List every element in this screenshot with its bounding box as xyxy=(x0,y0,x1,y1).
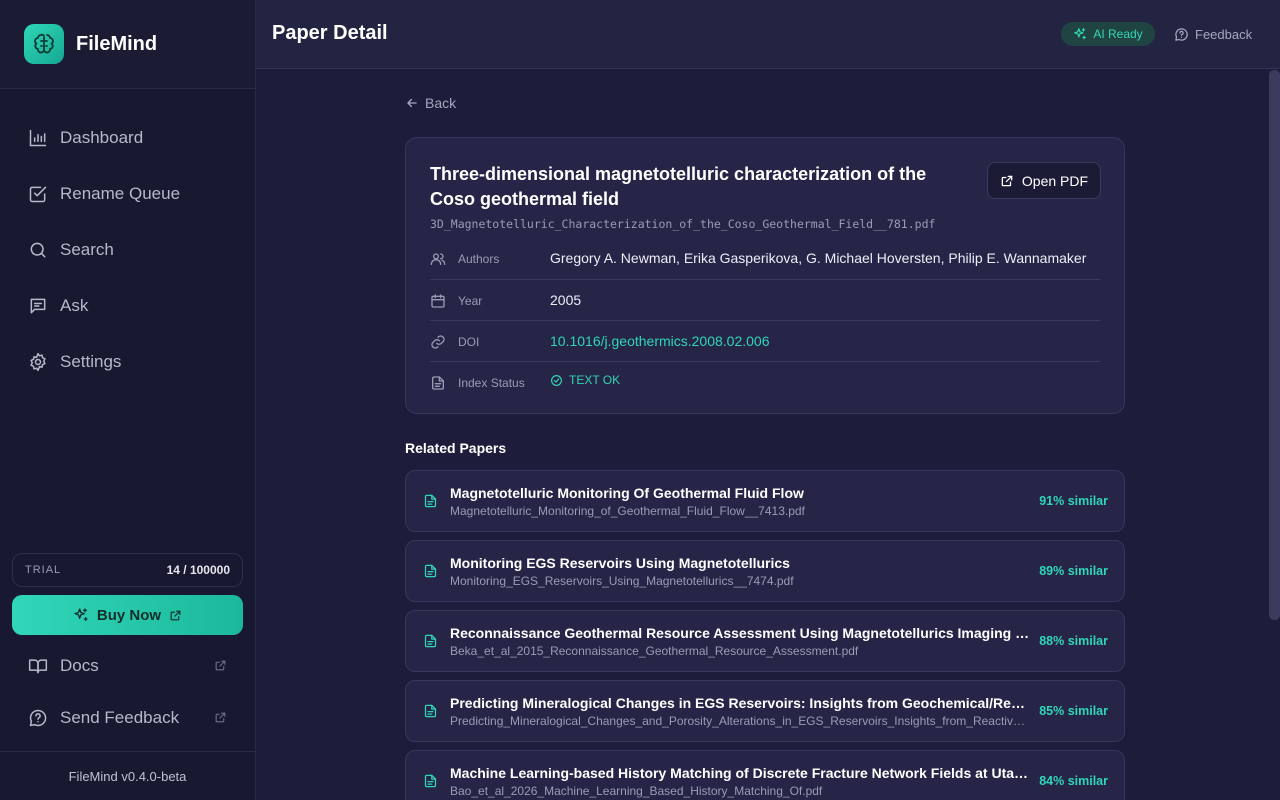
nav-settings[interactable]: Settings xyxy=(12,340,243,384)
back-link[interactable]: Back xyxy=(405,93,456,113)
doi-label: DOI xyxy=(458,335,480,349)
related-paper-title: Predicting Mineralogical Changes in EGS … xyxy=(450,695,1030,711)
check-circle-icon xyxy=(551,374,562,386)
external-link-icon xyxy=(215,660,226,671)
related-paper-title: Magnetotelluric Monitoring Of Geothermal… xyxy=(450,485,804,501)
related-paper-card[interactable]: Machine Learning-based History Matching … xyxy=(405,750,1125,800)
nav-dashboard[interactable]: Dashboard xyxy=(12,116,243,160)
nav-search[interactable]: Search xyxy=(12,228,243,272)
search-icon xyxy=(30,242,46,258)
paper-detail-card: Three-dimensional magnetotelluric charac… xyxy=(405,137,1125,414)
file-text-icon xyxy=(424,774,437,788)
scrollbar-thumb[interactable] xyxy=(1269,70,1280,620)
year-value: 2005 xyxy=(550,292,582,308)
message-icon xyxy=(30,298,46,314)
sparkles-icon xyxy=(74,608,88,621)
nav-search-label: Search xyxy=(60,240,114,259)
arrow-left-icon xyxy=(407,98,417,108)
back-label: Back xyxy=(425,95,457,111)
nav-ask[interactable]: Ask xyxy=(12,284,243,328)
open-pdf-button[interactable]: Open PDF xyxy=(987,162,1101,199)
paper-title: Three-dimensional magnetotelluric charac… xyxy=(430,164,927,209)
send-feedback-label: Send Feedback xyxy=(60,708,180,727)
file-text-icon xyxy=(424,564,437,578)
similarity-score: 91% similar xyxy=(1039,494,1108,508)
meta-row-index-status: Index Status TEXT OK xyxy=(430,361,1100,402)
related-paper-card[interactable]: Predicting Mineralogical Changes in EGS … xyxy=(405,680,1125,742)
related-paper-filename: Monitoring_EGS_Reservoirs_Using_Magnetot… xyxy=(450,574,794,588)
link-icon xyxy=(431,335,445,349)
ai-status-label: AI Ready xyxy=(1093,27,1143,41)
help-circle-icon xyxy=(29,709,47,727)
meta-row-year: Year 2005 xyxy=(430,279,1100,320)
nav-ask-label: Ask xyxy=(60,296,89,315)
external-link-icon xyxy=(1001,175,1013,186)
docs-label: Docs xyxy=(60,656,99,675)
nav-rename-queue-label: Rename Queue xyxy=(60,184,181,203)
related-paper-card[interactable]: Reconnaissance Geothermal Resource Asses… xyxy=(405,610,1125,672)
related-papers-heading: Related Papers xyxy=(405,440,507,456)
nav-rename-queue[interactable]: Rename Queue xyxy=(12,172,243,216)
related-paper-filename: Magnetotelluric_Monitoring_of_Geothermal… xyxy=(450,504,805,518)
brand: FileMind xyxy=(0,0,255,89)
open-pdf-label: Open PDF xyxy=(1021,172,1089,189)
nav-dashboard-label: Dashboard xyxy=(60,128,144,147)
file-text-icon xyxy=(424,704,437,718)
buy-now-label: Buy Now xyxy=(96,606,162,624)
external-link-icon xyxy=(215,712,226,723)
related-paper-title: Reconnaissance Geothermal Resource Asses… xyxy=(450,625,1030,641)
file-text-icon xyxy=(432,376,444,390)
related-paper-filename: Bao_et_al_2026_Machine_Learning_Based_Hi… xyxy=(450,784,823,798)
meta-row-authors: Authors Gregory A. Newman, Erika Gasperi… xyxy=(430,238,1100,279)
feedback-label: Feedback xyxy=(1195,26,1253,42)
bar-chart-icon xyxy=(29,129,47,147)
file-text-icon xyxy=(424,634,437,648)
sidebar: FileMind Dashboard Rename Queue Search A… xyxy=(0,0,256,800)
help-circle-icon xyxy=(1175,27,1188,41)
sparkles-icon xyxy=(1074,28,1087,40)
calendar-icon xyxy=(431,294,445,308)
nav-settings-label: Settings xyxy=(60,352,122,371)
year-label: Year xyxy=(458,294,483,308)
top-header: Paper Detail AI Ready Feedback xyxy=(256,0,1280,69)
app-name: FileMind xyxy=(76,33,158,55)
related-paper-title: Machine Learning-based History Matching … xyxy=(450,765,1030,781)
paper-filename: 3D_Magnetotelluric_Characterization_of_t… xyxy=(430,217,936,231)
related-paper-card[interactable]: Monitoring EGS Reservoirs Using Magnetot… xyxy=(405,540,1125,602)
docs-link[interactable]: Docs xyxy=(12,646,243,686)
trial-label: TRIAL xyxy=(25,564,62,576)
index-status-label: Index Status xyxy=(458,376,525,390)
external-link-icon xyxy=(170,610,181,620)
file-text-icon xyxy=(424,494,437,508)
authors-value: Gregory A. Newman, Erika Gasperikova, G.… xyxy=(550,250,1087,266)
ai-status-badge: AI Ready xyxy=(1061,22,1155,46)
users-icon xyxy=(430,253,446,265)
checkbox-icon xyxy=(29,186,47,203)
related-paper-title: Monitoring EGS Reservoirs Using Magnetot… xyxy=(450,555,790,571)
brain-logo-icon xyxy=(24,24,64,64)
gear-icon xyxy=(30,352,46,372)
similarity-score: 88% similar xyxy=(1039,634,1108,648)
buy-now-button[interactable]: Buy Now xyxy=(12,595,243,635)
book-icon xyxy=(28,659,48,674)
feedback-button[interactable]: Feedback xyxy=(1174,22,1252,46)
related-paper-filename: Predicting_Mineralogical_Changes_and_Por… xyxy=(450,714,1030,728)
similarity-score: 89% similar xyxy=(1039,564,1108,578)
trial-usage: TRIAL 14 / 100000 xyxy=(12,553,243,587)
related-paper-filename: Beka_et_al_2015_Reconnaissance_Geotherma… xyxy=(450,644,859,658)
app-version: FileMind v0.4.0-beta xyxy=(0,751,255,800)
page-title: Paper Detail xyxy=(272,22,388,44)
authors-label: Authors xyxy=(458,252,500,266)
index-status-value: TEXT OK xyxy=(569,373,621,387)
similarity-score: 85% similar xyxy=(1039,704,1108,718)
send-feedback-link[interactable]: Send Feedback xyxy=(12,698,243,738)
trial-count: 14 / 100000 xyxy=(166,563,230,577)
meta-row-doi: DOI 10.1016/j.geothermics.2008.02.006 xyxy=(430,320,1100,361)
similarity-score: 84% similar xyxy=(1039,774,1108,788)
related-paper-card[interactable]: Magnetotelluric Monitoring Of Geothermal… xyxy=(405,470,1125,532)
doi-link[interactable]: 10.1016/j.geothermics.2008.02.006 xyxy=(550,333,770,349)
index-status-badge: TEXT OK xyxy=(550,373,620,387)
